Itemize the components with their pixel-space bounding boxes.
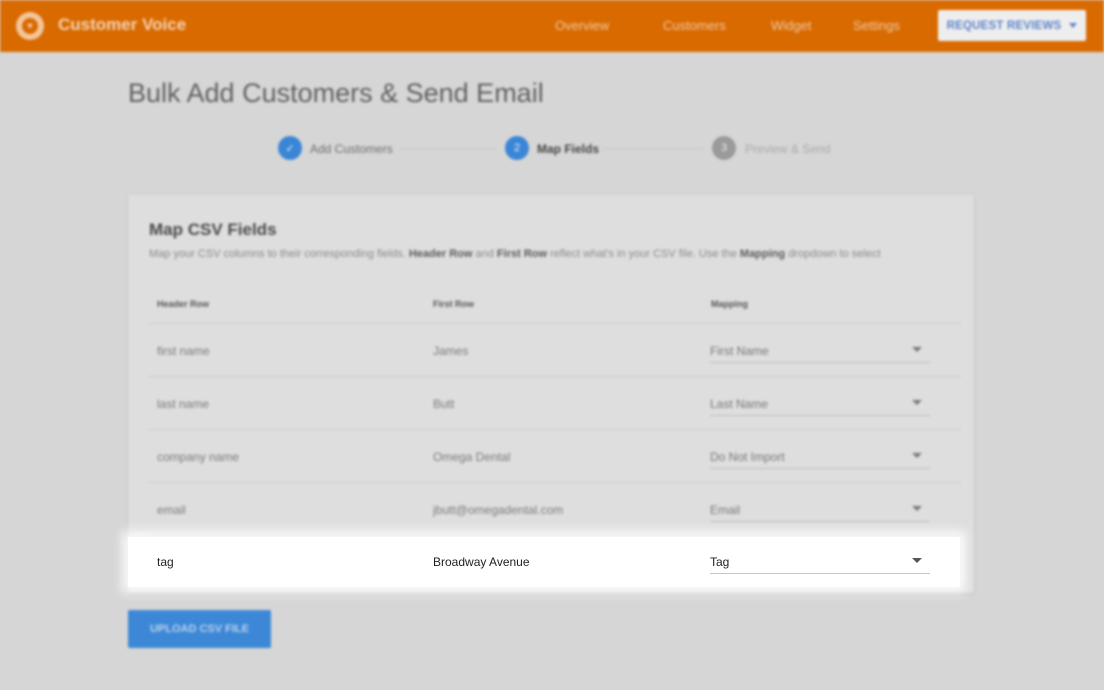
- mapping-value: Email: [710, 503, 741, 517]
- row-divider: [149, 429, 961, 430]
- cell-first: Omega Dental: [433, 450, 511, 464]
- mapping-select[interactable]: Tag: [710, 551, 930, 574]
- column-header-header-row: Header Row: [157, 299, 210, 309]
- mapping-select[interactable]: First Name: [710, 340, 930, 363]
- stepper: ✓ Add Customers 2 Map Fields 3 Preview &…: [0, 136, 1104, 162]
- chevron-down-icon: [1069, 23, 1078, 28]
- mapping-select[interactable]: Last Name: [710, 393, 930, 416]
- dropdown-arrow-icon: [912, 453, 922, 458]
- mapping-value: Last Name: [710, 397, 769, 411]
- cell-header: company name: [157, 450, 240, 464]
- mapping-value: First Name: [710, 344, 769, 358]
- column-header-mapping: Mapping: [711, 299, 748, 309]
- top-app-bar: ♥ Customer Voice Overview Customers Widg…: [0, 0, 1104, 52]
- map-fields-card: Map CSV Fields Map your CSV columns to t…: [128, 195, 974, 593]
- dropdown-arrow-icon: [912, 347, 922, 352]
- cell-first: James: [433, 344, 469, 358]
- row-divider: [149, 482, 961, 483]
- cell-first: jbutt@omegadental.com: [433, 503, 564, 517]
- request-reviews-button[interactable]: REQUEST REVIEWS: [938, 10, 1086, 41]
- column-header-first-row: First Row: [433, 299, 475, 309]
- nav-overview[interactable]: Overview: [555, 18, 609, 33]
- page-title: Bulk Add Customers & Send Email: [128, 78, 544, 108]
- nav-widget[interactable]: Widget: [771, 18, 811, 33]
- mapping-select[interactable]: Email: [710, 499, 930, 522]
- cell-header: first name: [157, 344, 210, 358]
- mapping-value: Tag: [710, 555, 730, 569]
- cell-header: email: [157, 503, 186, 517]
- step-number-3: 3: [712, 136, 736, 160]
- dropdown-arrow-icon: [912, 400, 922, 405]
- row-divider: [149, 535, 961, 536]
- cell-first: Butt: [433, 397, 455, 411]
- request-reviews-label: REQUEST REVIEWS: [946, 19, 1062, 32]
- card-description: Map your CSV columns to their correspond…: [149, 248, 881, 260]
- step-label-preview-send[interactable]: Preview & Send: [745, 142, 830, 156]
- step-label-map-fields[interactable]: Map Fields: [537, 142, 599, 156]
- step-connector: [400, 148, 496, 149]
- check-icon: ✓: [278, 136, 302, 160]
- step-connector: [603, 148, 703, 149]
- mapping-select[interactable]: Do Not Import: [710, 446, 930, 469]
- cell-header: last name: [157, 397, 210, 411]
- table-row-highlighted: tag Broadway Avenue Tag: [128, 537, 960, 587]
- cell-header: tag: [157, 555, 174, 569]
- cell-first: Broadway Avenue: [433, 555, 530, 569]
- row-divider: [149, 323, 961, 324]
- dropdown-arrow-icon: [912, 558, 922, 563]
- mapping-value: Do Not Import: [710, 450, 785, 464]
- upload-csv-button[interactable]: UPLOAD CSV FILE: [128, 610, 271, 648]
- nav-settings[interactable]: Settings: [853, 18, 900, 33]
- card-title: Map CSV Fields: [149, 220, 277, 239]
- dropdown-arrow-icon: [912, 506, 922, 511]
- row-divider: [149, 376, 961, 377]
- heart-icon[interactable]: ♥: [16, 12, 44, 40]
- step-label-add-customers[interactable]: Add Customers: [310, 142, 393, 156]
- step-number-2: 2: [505, 136, 529, 160]
- brand-name[interactable]: Customer Voice: [58, 15, 186, 35]
- nav-customers[interactable]: Customers: [663, 18, 726, 33]
